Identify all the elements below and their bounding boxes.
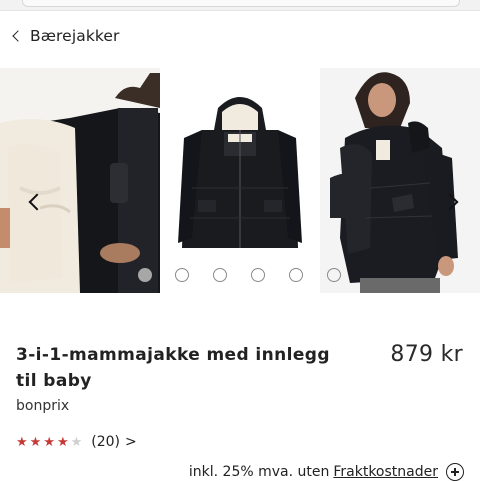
- product-title: 3-i-1-mammajakke med innlegg til baby: [16, 342, 356, 394]
- gallery-dot-2[interactable]: [175, 268, 189, 282]
- product-brand: bonprix: [16, 398, 70, 414]
- status-strip: [0, 0, 480, 11]
- vat-shipping-line: inkl. 25% mva. uten Fraktkostnader: [189, 462, 464, 482]
- star-icon: ★: [16, 434, 28, 450]
- chevron-left-icon: [12, 30, 24, 42]
- image-gallery[interactable]: [0, 68, 480, 293]
- status-strip-inner: [22, 0, 460, 7]
- product-title-line2: til baby: [16, 371, 92, 391]
- gallery-image-model[interactable]: [320, 68, 480, 293]
- star-empty-icon: ★: [70, 434, 83, 450]
- gallery-dot-1[interactable]: [138, 268, 152, 282]
- review-count: (20): [91, 434, 121, 450]
- gallery-dot-3[interactable]: [213, 268, 227, 282]
- product-title-line1: 3-i-1-mammajakke med innlegg: [16, 345, 330, 365]
- gallery-image-product[interactable]: [162, 68, 318, 293]
- reviews-chevron-icon: >: [125, 434, 137, 450]
- plus-circle-icon[interactable]: [446, 463, 464, 481]
- shipping-costs-link[interactable]: Fraktkostnader: [333, 464, 438, 480]
- product-price: 879 kr: [390, 342, 463, 367]
- back-link[interactable]: Bærejakker: [10, 24, 120, 48]
- gallery-image-lining[interactable]: [0, 68, 160, 293]
- star-icon: ★: [43, 434, 55, 450]
- vat-text: inkl. 25% mva. uten: [188, 464, 330, 480]
- star-icon: ★: [29, 434, 42, 450]
- gallery-dot-6[interactable]: [327, 268, 341, 282]
- star-icon: ★: [56, 434, 69, 450]
- gallery-dot-5[interactable]: [289, 268, 303, 282]
- back-link-label: Bærejakker: [30, 27, 120, 45]
- rating-summary[interactable]: ★ ★ ★ ★ ★ (20) >: [16, 432, 137, 452]
- gallery-dot-4[interactable]: [251, 268, 265, 282]
